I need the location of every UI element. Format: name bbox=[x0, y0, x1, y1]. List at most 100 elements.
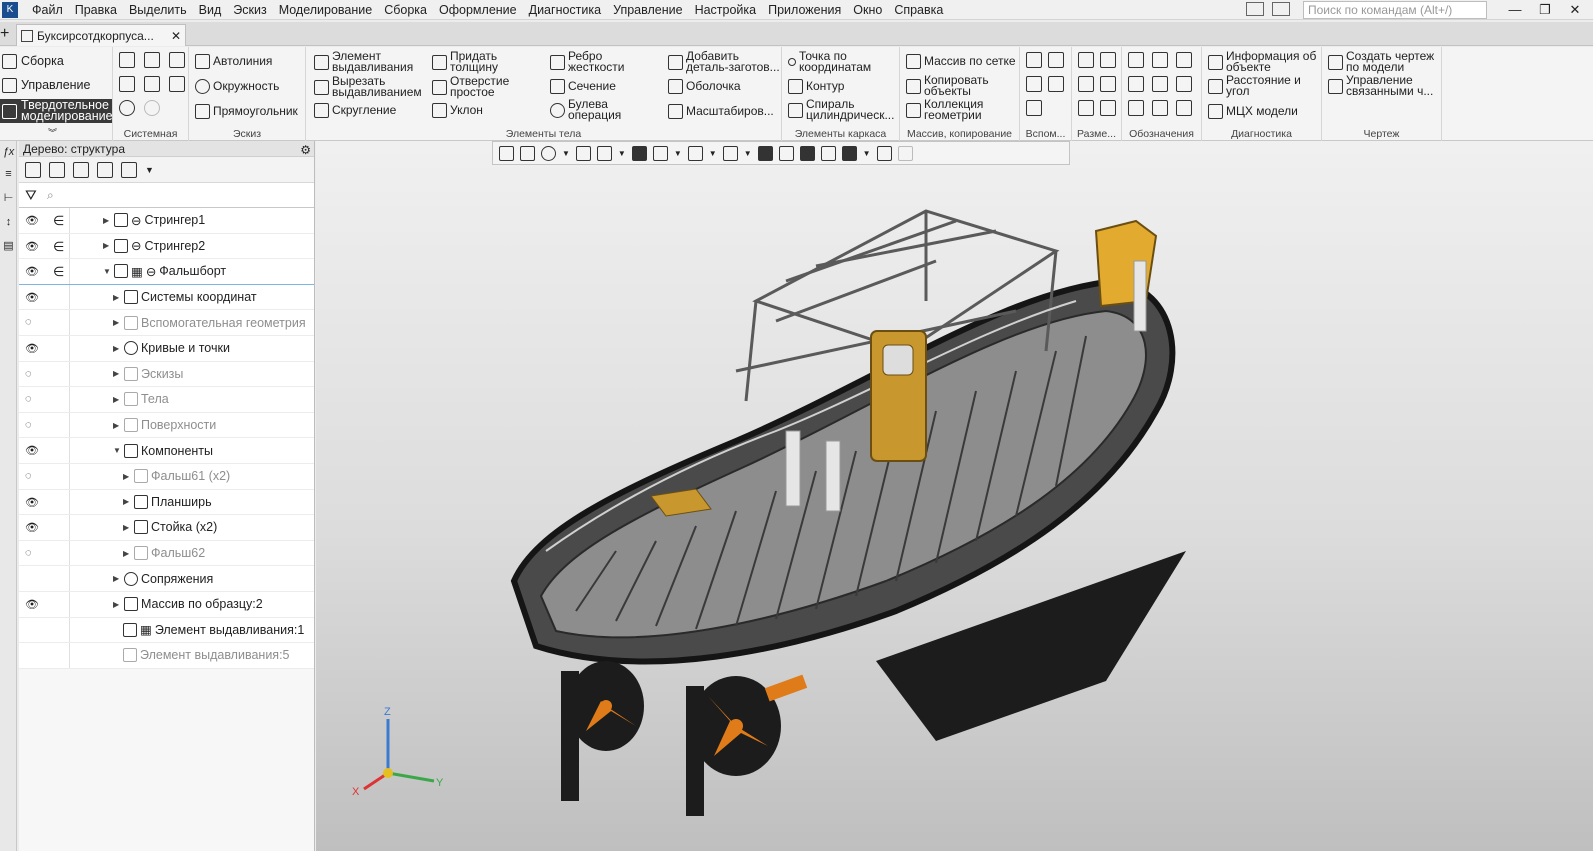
copy-objects-button[interactable]: Копировать объекты bbox=[906, 74, 989, 98]
panel-icon[interactable] bbox=[1272, 2, 1290, 16]
helix-button[interactable]: Спираль цилиндрическ... bbox=[788, 98, 894, 122]
linked-drawings-button[interactable]: Управление связанными ч... bbox=[1328, 74, 1433, 98]
tree-row[interactable]: ▶ Сопряжения bbox=[19, 566, 314, 592]
print-icon[interactable] bbox=[119, 76, 135, 92]
expand-arrow-icon[interactable]: ▶ bbox=[123, 523, 131, 532]
thicken-button[interactable]: Придать толщину bbox=[432, 50, 498, 74]
menu-manage[interactable]: Управление bbox=[607, 0, 689, 20]
expand-arrow-icon[interactable]: ▶ bbox=[103, 216, 111, 225]
structure-view-icon[interactable] bbox=[49, 161, 65, 178]
hole-button[interactable]: Отверстие простое bbox=[432, 75, 509, 99]
boolean-button[interactable]: Булева операция bbox=[550, 98, 621, 122]
diameter-dim-icon[interactable] bbox=[1100, 76, 1116, 92]
menu-help[interactable]: Справка bbox=[888, 0, 949, 20]
eye-icon[interactable]: 👁 bbox=[25, 265, 41, 278]
save-icon[interactable] bbox=[169, 52, 185, 68]
eye-icon[interactable]: 👁 bbox=[25, 291, 41, 304]
tree-row[interactable]: ◌ ▶ Эскизы bbox=[19, 361, 314, 388]
menu-diagnostics[interactable]: Диагностика bbox=[523, 0, 607, 20]
select-view-icon[interactable] bbox=[97, 161, 113, 178]
menu-format[interactable]: Оформление bbox=[433, 0, 523, 20]
eye-icon[interactable]: 👁 bbox=[25, 444, 41, 457]
cut-extrude-button[interactable]: Вырезать выдавливанием bbox=[314, 75, 422, 99]
expand-arrow-icon[interactable]: ▶ bbox=[123, 497, 131, 506]
expand-arrow-icon[interactable]: ▶ bbox=[113, 318, 121, 327]
tree-icon[interactable]: ⊢ bbox=[2, 191, 15, 205]
extrude-button[interactable]: Элемент выдавливания bbox=[314, 50, 413, 74]
expand-arrow-icon[interactable]: ▶ bbox=[113, 574, 121, 583]
weld-icon[interactable] bbox=[1128, 100, 1144, 116]
eye-icon[interactable]: 👁 bbox=[25, 496, 41, 509]
menu-file[interactable]: Файл bbox=[26, 0, 69, 20]
tree-row[interactable]: ◌ ▶ Вспомогательная геометрия bbox=[19, 310, 314, 336]
app-logo-icon[interactable]: K bbox=[2, 2, 18, 18]
autoline-button[interactable]: Автолиния bbox=[195, 52, 272, 70]
tree-row[interactable]: 👁 ▶ Кривые и точки bbox=[19, 335, 314, 362]
geometry-collection-button[interactable]: Коллекция геометрии bbox=[906, 98, 983, 122]
filter-icon[interactable]: ⛛ bbox=[25, 187, 41, 204]
menu-assembly[interactable]: Сборка bbox=[378, 0, 433, 20]
eye-icon[interactable]: 👁 bbox=[25, 342, 41, 355]
menu-modeling[interactable]: Моделирование bbox=[273, 0, 379, 20]
undo-icon[interactable] bbox=[119, 100, 135, 116]
tree-row[interactable]: 👁 ▶ Планширь bbox=[19, 489, 314, 516]
eye-icon[interactable]: 👁 bbox=[25, 214, 41, 227]
radial-dim-icon[interactable] bbox=[1100, 52, 1116, 68]
eye-hidden-icon[interactable]: ◌ bbox=[25, 368, 41, 380]
tree-row[interactable]: 👁 ▶ Стойка (x2) bbox=[19, 515, 314, 541]
expand-arrow-icon[interactable]: ▶ bbox=[113, 421, 121, 430]
menu-window[interactable]: Окно bbox=[847, 0, 888, 20]
tree-row[interactable]: ◌ ▶ Тела bbox=[19, 387, 314, 413]
menu-sketch[interactable]: Эскиз bbox=[227, 0, 272, 20]
line-icon[interactable] bbox=[1026, 100, 1042, 116]
tree-row[interactable]: ▦ Элемент выдавливания:1 bbox=[19, 617, 314, 644]
layout-icon[interactable] bbox=[1246, 2, 1264, 16]
scale-button[interactable]: Масштабиров... bbox=[668, 102, 774, 120]
mode-assembly[interactable]: Сборка bbox=[0, 51, 112, 71]
open-folder-icon[interactable] bbox=[144, 52, 160, 68]
eye-hidden-icon[interactable]: ◌ bbox=[25, 316, 41, 328]
eye-hidden-icon[interactable]: ◌ bbox=[25, 547, 41, 559]
tree-row[interactable]: ◌ ▶ Фальш62 bbox=[19, 540, 314, 567]
mode-solid-modeling[interactable]: Твердотельное моделирование bbox=[0, 99, 112, 123]
command-search-input[interactable]: Поиск по командам (Alt+/) bbox=[1303, 1, 1487, 19]
eye-hidden-icon[interactable]: ◌ bbox=[25, 419, 41, 431]
object-info-button[interactable]: Информация об объекте bbox=[1208, 50, 1316, 74]
expand-arrow-icon[interactable]: ▶ bbox=[113, 600, 121, 609]
auto-dim-icon[interactable] bbox=[1078, 100, 1094, 116]
sort-view-icon[interactable] bbox=[121, 161, 137, 178]
minimize-button[interactable]: — bbox=[1500, 0, 1530, 20]
chevron-down-icon[interactable]: ▼ bbox=[145, 165, 154, 175]
preview-icon[interactable] bbox=[144, 76, 160, 92]
angular-dim-icon[interactable] bbox=[1078, 76, 1094, 92]
tree-row[interactable]: 👁 ▶ Системы координат bbox=[19, 284, 314, 311]
point-by-coords-button[interactable]: Точка по координатам bbox=[788, 50, 871, 74]
boat-model[interactable]: Z Y X bbox=[316, 141, 1593, 851]
expand-chevron-icon[interactable]: ︾ bbox=[48, 126, 57, 139]
new-tab-button[interactable]: + bbox=[0, 25, 12, 43]
mode-manage[interactable]: Управление bbox=[0, 75, 112, 95]
maximize-button[interactable]: ❐ bbox=[1530, 0, 1560, 20]
tree-row[interactable]: 👁 ∈ ▶ ⊖ Стрингер2 bbox=[19, 233, 314, 260]
gear-icon[interactable]: ⚙ bbox=[300, 142, 311, 158]
roughness-icon[interactable] bbox=[1152, 52, 1168, 68]
arc-dim-icon[interactable] bbox=[1100, 100, 1116, 116]
tree-search-input[interactable]: ⌕ bbox=[47, 188, 54, 203]
document-tab[interactable]: Буксирсотдкорпуса... ✕ bbox=[16, 24, 186, 46]
redo-icon[interactable] bbox=[144, 100, 160, 116]
tree-row[interactable]: 👁 ▼ Компоненты bbox=[19, 438, 314, 464]
shell-button[interactable]: Оболочка bbox=[668, 77, 741, 95]
marking-icon[interactable] bbox=[1152, 76, 1168, 92]
table-note-icon[interactable] bbox=[1176, 100, 1192, 116]
menu-select[interactable]: Выделить bbox=[123, 0, 193, 20]
menu-edit[interactable]: Правка bbox=[69, 0, 123, 20]
offset-plane-icon[interactable] bbox=[1026, 76, 1042, 92]
new-file-icon[interactable] bbox=[119, 52, 135, 68]
axis-icon[interactable] bbox=[1048, 52, 1064, 68]
mass-properties-button[interactable]: МЦХ модели bbox=[1208, 102, 1298, 120]
expand-arrow-icon[interactable]: ▶ bbox=[123, 549, 131, 558]
tree-row[interactable]: ◌ ▶ Фальш61 (x2) bbox=[19, 463, 314, 490]
leader-icon[interactable] bbox=[1128, 52, 1144, 68]
tolerance-icon[interactable] bbox=[1128, 76, 1144, 92]
expand-arrow-icon[interactable]: ▶ bbox=[113, 369, 121, 378]
